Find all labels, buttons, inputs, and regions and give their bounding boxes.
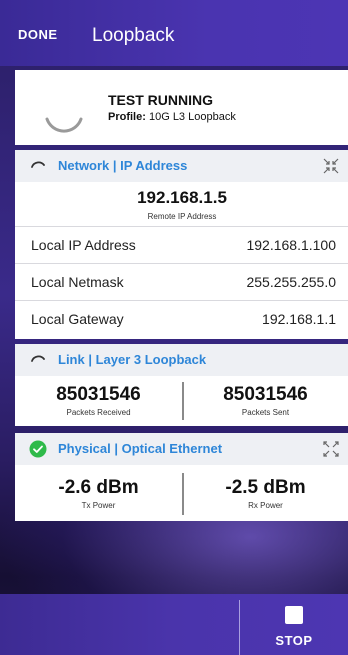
local-ip-row: Local IP Address 192.168.1.100 [15, 226, 348, 263]
test-status-title: TEST RUNNING [108, 92, 213, 108]
rx-power-cell: -2.5 dBm Rx Power [182, 465, 348, 521]
spinner-icon [31, 161, 45, 168]
test-profile: Profile: 10G L3 Loopback [108, 111, 236, 123]
done-button[interactable]: DONE [18, 20, 58, 50]
remote-ip-caption: Remote IP Address [147, 212, 217, 221]
tx-power-caption: Tx Power [81, 501, 116, 510]
packet-counters: 85031546 Packets Received 85031546 Packe… [15, 376, 348, 426]
row-value: 192.168.1.1 [262, 311, 336, 327]
expand-icon[interactable] [323, 441, 339, 457]
stop-button[interactable]: STOP [262, 606, 326, 650]
row-value: 192.168.1.100 [246, 237, 336, 253]
loopback-screen: DONE Loopback TEST RUNNING Profile: 10G … [0, 0, 348, 655]
local-gateway-row: Local Gateway 192.168.1.1 [15, 300, 348, 339]
power-readings: -2.6 dBm Tx Power -2.5 dBm Rx Power [15, 465, 348, 521]
tx-power-value: -2.6 dBm [58, 477, 139, 498]
collapse-icon[interactable] [323, 158, 339, 174]
packets-sent-caption: Packets Sent [241, 408, 290, 417]
divider [239, 600, 240, 655]
row-label: Local Netmask [31, 274, 124, 290]
link-section-title: Link | Layer 3 Loopback [58, 352, 207, 367]
app-header: DONE Loopback [0, 0, 348, 66]
profile-value: 10G L3 Loopback [148, 111, 236, 123]
remote-ip-block: 192.168.1.5 Remote IP Address [15, 182, 348, 226]
row-label: Local Gateway [31, 311, 124, 327]
network-section-header[interactable]: Network | IP Address [15, 150, 348, 182]
profile-label: Profile: [108, 111, 146, 123]
packets-received-value: 85031546 [56, 384, 141, 405]
packets-received-caption: Packets Received [66, 408, 131, 417]
physical-section-title: Physical | Optical Ethernet [58, 441, 223, 456]
tx-power-cell: -2.6 dBm Tx Power [15, 465, 182, 521]
page-title: Loopback [92, 25, 175, 46]
spinner-icon [31, 355, 45, 362]
link-section-header[interactable]: Link | Layer 3 Loopback [15, 344, 348, 376]
network-section-title: Network | IP Address [58, 158, 188, 173]
stop-label: STOP [275, 633, 313, 648]
test-status-card: TEST RUNNING Profile: 10G L3 Loopback [15, 70, 348, 145]
remote-ip-value: 192.168.1.5 [137, 188, 227, 207]
packets-sent-cell: 85031546 Packets Sent [182, 376, 348, 426]
check-circle-icon [29, 440, 47, 458]
row-value: 255.255.255.0 [246, 274, 336, 290]
stop-icon [285, 606, 303, 624]
spinner-icon [45, 117, 83, 133]
packets-received-cell: 85031546 Packets Received [15, 376, 182, 426]
local-netmask-row: Local Netmask 255.255.255.0 [15, 263, 348, 300]
physical-section-header[interactable]: Physical | Optical Ethernet [15, 433, 348, 465]
bottom-action-bar: STOP [0, 594, 348, 655]
packets-sent-value: 85031546 [223, 384, 308, 405]
rx-power-caption: Rx Power [248, 501, 283, 510]
row-label: Local IP Address [31, 237, 136, 253]
rx-power-value: -2.5 dBm [225, 477, 306, 498]
